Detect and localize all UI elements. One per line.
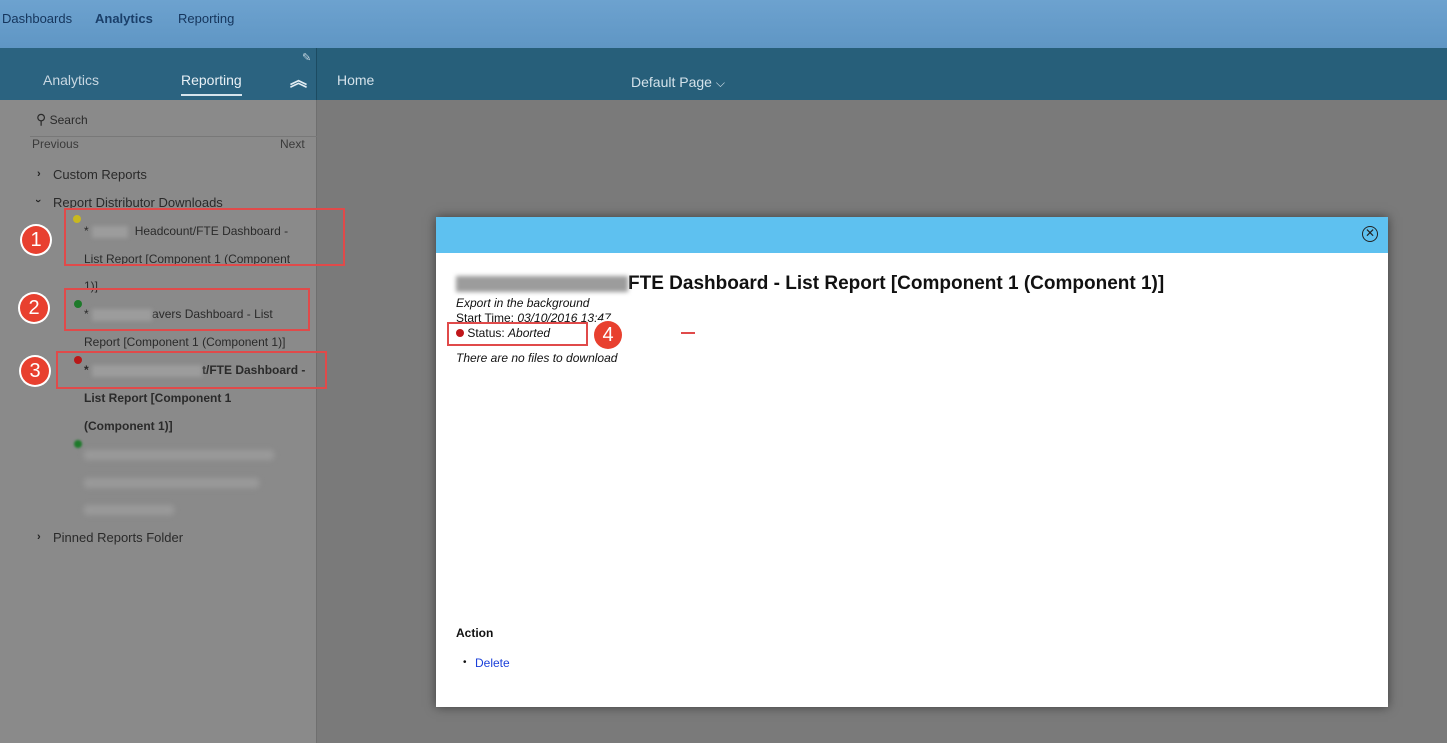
- report-modal: ✕ FTE Dashboard - List Report [Component…: [436, 217, 1388, 707]
- modal-title-text: FTE Dashboard - List Report [Component 1…: [628, 273, 1165, 294]
- export-note-text: Export in the background: [456, 296, 590, 310]
- no-files-text: There are no files to download: [456, 351, 618, 365]
- report-item-4-blurred[interactable]: [84, 450, 274, 460]
- chevron-down-icon[interactable]: ›: [32, 199, 44, 203]
- folder-custom-reports[interactable]: Custom Reports: [53, 167, 147, 182]
- action-heading: Action: [456, 626, 494, 640]
- tab-analytics[interactable]: Analytics: [43, 72, 99, 88]
- sidebar: ⚲ Search Previous Next › Custom Reports …: [0, 100, 317, 743]
- tab-reporting[interactable]: Reporting: [181, 72, 242, 96]
- search-icon: ⚲: [36, 111, 47, 127]
- chevron-down-icon: ⌵: [715, 76, 725, 90]
- chevron-right-icon[interactable]: ›: [37, 531, 41, 543]
- top-nav: Dashboards Analytics Reporting: [0, 0, 1447, 48]
- search-label: Search: [49, 113, 88, 127]
- modal-title: FTE Dashboard - List Report [Component 1…: [456, 273, 1164, 295]
- pin-icon[interactable]: ✎: [302, 51, 311, 64]
- annotation-badge-4: 4: [594, 321, 622, 349]
- panel-bar: Analytics Reporting ✎ ︽ Home Default Pag…: [0, 48, 1447, 100]
- folder-pinned-reports[interactable]: Pinned Reports Folder: [53, 530, 183, 545]
- search-input[interactable]: ⚲ Search: [36, 111, 88, 128]
- annotation-badge-1: 1: [22, 226, 50, 254]
- modal-header: ✕: [436, 217, 1388, 253]
- home-link[interactable]: Home: [337, 72, 374, 88]
- annotation-badge-2: 2: [20, 294, 48, 322]
- default-page-dropdown[interactable]: Default Page ⌵: [631, 74, 725, 91]
- double-chevron-up-icon[interactable]: ︽: [290, 66, 307, 91]
- delete-link[interactable]: Delete: [475, 656, 510, 670]
- previous-link[interactable]: Previous: [32, 137, 79, 151]
- chevron-right-icon[interactable]: ›: [37, 168, 41, 180]
- panel-tabs: Analytics Reporting ✎ ︽: [0, 48, 317, 100]
- report-item-4-blurred: [84, 478, 259, 488]
- annotation-box-1: [64, 208, 345, 266]
- close-icon[interactable]: ✕: [1362, 226, 1378, 242]
- report-item-4-blurred: [84, 505, 174, 515]
- no-files-note: There are no files to download: [456, 351, 617, 365]
- nav-analytics[interactable]: Analytics: [95, 11, 153, 26]
- default-page-label: Default Page: [631, 74, 712, 90]
- annotation-badge-3: 3: [21, 357, 49, 385]
- export-note: Export in the background: [456, 296, 589, 310]
- bullet: •: [463, 657, 467, 668]
- nav-reporting[interactable]: Reporting: [178, 11, 234, 26]
- report-item-3-line2: List Report [Component 1: [84, 391, 232, 405]
- annotation-box-4: [447, 322, 588, 346]
- next-link[interactable]: Next: [280, 137, 305, 151]
- report-item-2-line2: Report [Component 1 (Component 1)]: [84, 335, 286, 349]
- annotation-box-3: [56, 351, 327, 389]
- status-dot-green: [74, 440, 82, 448]
- annotation-box-2: [64, 288, 310, 331]
- annotation-dash: [681, 332, 695, 334]
- nav-dashboards[interactable]: Dashboards: [2, 11, 72, 26]
- report-item-3-line3: (Component 1)]: [84, 419, 173, 433]
